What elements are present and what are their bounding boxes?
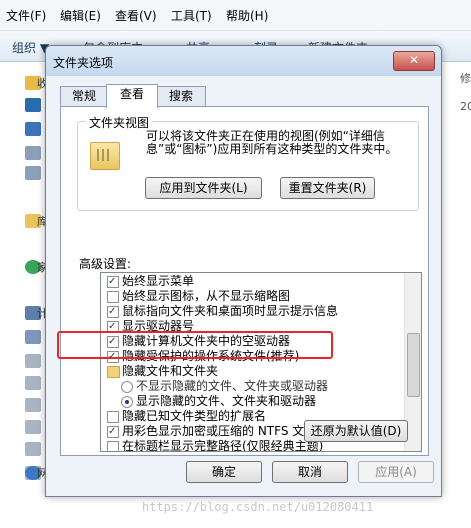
desktop-icon[interactable] — [25, 98, 41, 112]
setting-checkbox[interactable] — [107, 424, 119, 439]
drive-icon[interactable] — [25, 166, 41, 180]
tab-general[interactable]: 常规 — [60, 86, 108, 107]
annotation-highlight-box — [57, 331, 333, 359]
folder-views-title: 文件夹视图 — [86, 114, 153, 131]
file-date: 20 — [460, 100, 471, 113]
drive-icon[interactable] — [25, 354, 41, 368]
dialog-titlebar[interactable]: 文件夹选项 ✕ — [46, 46, 441, 76]
close-icon: ✕ — [408, 53, 420, 67]
setting-label: 显示隐藏的文件、文件夹和驱动器 — [136, 394, 317, 408]
drive-icon[interactable] — [25, 376, 41, 390]
close-button[interactable]: ✕ — [393, 51, 435, 71]
view-tab-panel: 文件夹视图 可以将该文件夹正在使用的视图(例如“详细信息”或“图标”)应用到所有… — [60, 106, 429, 456]
computer-icon[interactable] — [25, 122, 41, 136]
setting-label: 用彩色显示加密或压缩的 NTFS 文件 — [122, 424, 317, 438]
folder-icon — [107, 366, 120, 378]
tab-search[interactable]: 搜索 — [156, 86, 206, 107]
setting-checkbox[interactable] — [107, 411, 119, 423]
setting-label: 隐藏已知文件类型的扩展名 — [122, 409, 267, 423]
drive-icon[interactable] — [25, 146, 41, 160]
setting-radio[interactable] — [121, 396, 133, 408]
menu-file[interactable]: 文件(F) — [6, 7, 46, 24]
setting-label: 始终显示图标，从不显示缩略图 — [122, 289, 291, 303]
column-header-modified[interactable]: 修 — [460, 70, 471, 86]
ok-button[interactable]: 确定 — [186, 461, 262, 483]
restore-defaults-button[interactable]: 还原为默认值(D) — [304, 420, 408, 442]
setting-checkbox[interactable] — [107, 304, 119, 319]
advanced-settings-label: 高级设置: — [79, 257, 132, 271]
drive-icon[interactable] — [25, 442, 41, 456]
tab-view[interactable]: 查看 — [106, 84, 158, 108]
menu-view[interactable]: 查看(V) — [115, 7, 157, 24]
setting-label: 鼠标指向文件夹和桌面项时显示提示信息 — [122, 304, 339, 318]
setting-checkbox[interactable] — [107, 441, 119, 451]
cancel-button[interactable]: 取消 — [272, 461, 348, 483]
setting-label: 不显示隐藏的文件、文件夹或驱动器 — [136, 379, 329, 393]
menu-help[interactable]: 帮助(H) — [226, 7, 268, 24]
drive-icon[interactable] — [25, 398, 41, 412]
setting-label: 在标题栏显示完整路径(仅限经典主题) — [122, 439, 324, 452]
setting-checkbox[interactable] — [107, 291, 119, 303]
navigation-pane: 收 库 家 计 网 — [0, 62, 48, 528]
content-pane: 修 20 — [440, 62, 471, 528]
folder-views-description: 可以将该文件夹正在使用的视图(例如“详细信息”或“图标”)应用到所有这种类型的文… — [146, 129, 398, 156]
menu-bar: 文件(F) 编辑(E) 查看(V) 工具(T) 帮助(H) — [0, 0, 471, 31]
dialog-title: 文件夹选项 — [53, 56, 114, 70]
apply-button[interactable]: 应用(A) — [358, 461, 434, 483]
menu-tools[interactable]: 工具(T) — [171, 7, 212, 24]
windows-drive-icon[interactable] — [25, 330, 41, 344]
setting-label: 始终显示菜单 — [122, 274, 195, 288]
folder-options-dialog: 文件夹选项 ✕ 常规 查看 搜索 文件夹视图 可以将该文件夹正在使用的视图(例如… — [45, 45, 442, 497]
reset-folders-button[interactable]: 重置文件夹(R) — [280, 177, 375, 199]
apply-to-folders-button[interactable]: 应用到文件夹(L) — [145, 177, 262, 199]
drive-icon[interactable] — [25, 420, 41, 434]
organize-button[interactable]: 组织 ▼ — [12, 39, 49, 56]
setting-checkbox[interactable] — [107, 274, 119, 289]
folder-view-icon — [90, 142, 120, 170]
setting-label: 隐藏文件和文件夹 — [122, 364, 219, 378]
folder-views-group: 文件夹视图 可以将该文件夹正在使用的视图(例如“详细信息”或“图标”)应用到所有… — [77, 114, 419, 211]
menu-edit[interactable]: 编辑(E) — [60, 7, 101, 24]
scrollbar-thumb[interactable] — [407, 333, 420, 397]
setting-radio[interactable] — [121, 381, 133, 393]
watermark-text: https://blog.csdn.net/u012080411 — [142, 500, 374, 514]
